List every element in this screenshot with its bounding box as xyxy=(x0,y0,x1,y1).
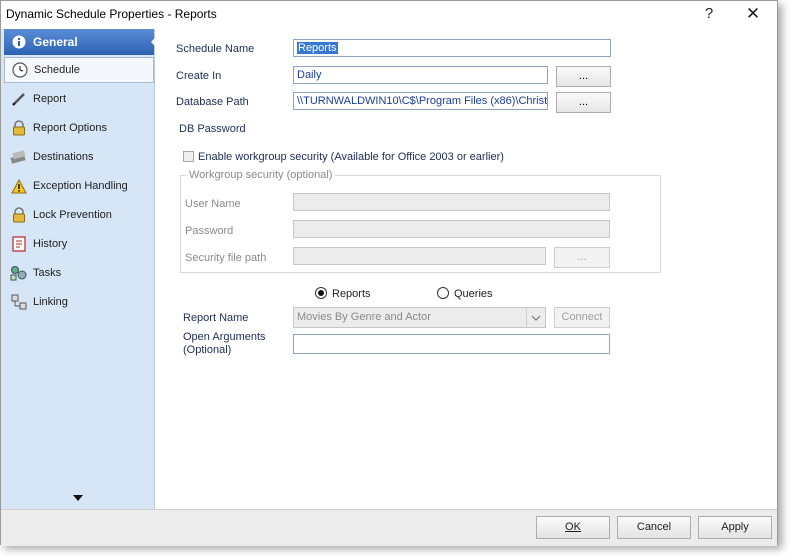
sidebar-item-label: Report xyxy=(33,93,67,105)
cancel-button[interactable]: Cancel xyxy=(617,516,691,539)
cancel-button-label: Cancel xyxy=(636,521,672,533)
user-name-input[interactable] xyxy=(293,193,610,211)
sidebar-item-label: Linking xyxy=(33,296,68,308)
title-bar: Dynamic Schedule Properties - Reports ? … xyxy=(1,1,777,29)
report-name-combo[interactable]: Movies By Genre and Actor xyxy=(293,307,546,328)
sidebar-item-destinations[interactable]: Destinations xyxy=(4,144,154,170)
reports-radio[interactable] xyxy=(315,287,327,299)
database-path-label: Database Path xyxy=(176,96,249,108)
sidebar-item-label: General xyxy=(33,35,78,49)
schedule-name-label: Schedule Name xyxy=(176,43,255,55)
sidebar-item-label: Tasks xyxy=(33,267,62,279)
warning-icon xyxy=(8,178,30,194)
workgroup-security-checkbox[interactable] xyxy=(183,151,194,162)
dialog-window: Dynamic Schedule Properties - Reports ? … xyxy=(0,0,778,546)
workgroup-group-title: Workgroup security (optional) xyxy=(186,169,336,181)
lock-icon xyxy=(8,120,30,136)
tasks-icon xyxy=(8,265,30,281)
pen-icon xyxy=(8,91,30,107)
sidebar-item-label: Report Options xyxy=(33,122,107,134)
lock-icon xyxy=(8,207,30,223)
button-bar: OK Cancel Apply xyxy=(1,509,777,546)
close-button[interactable]: ✕ xyxy=(739,3,767,25)
sidebar-item-lock-prevention[interactable]: Lock Prevention xyxy=(4,202,154,228)
queries-radio-label: Queries xyxy=(454,288,493,300)
sidebar-item-report-options[interactable]: Report Options xyxy=(4,115,154,141)
help-button[interactable]: ? xyxy=(697,3,721,25)
report-name-label: Report Name xyxy=(183,312,249,324)
clock-icon xyxy=(9,62,31,78)
window-title: Dynamic Schedule Properties - Reports xyxy=(6,7,217,21)
open-arguments-label: Open Arguments xyxy=(183,331,266,343)
workgroup-security-label: Enable workgroup security (Available for… xyxy=(198,151,504,163)
queries-radio[interactable] xyxy=(437,287,449,299)
info-icon xyxy=(8,35,30,49)
db-password-label: DB Password xyxy=(179,123,246,135)
link-icon xyxy=(8,294,30,310)
security-file-browse-button[interactable]: ... xyxy=(554,247,610,268)
create-in-input[interactable]: Daily xyxy=(293,66,548,84)
sidebar-item-label: History xyxy=(33,238,68,250)
password-label: Password xyxy=(185,225,234,237)
general-panel: Schedule Name Reports Create In Daily ..… xyxy=(155,29,777,509)
apply-button[interactable]: Apply xyxy=(698,516,772,539)
sidebar-item-label: Exception Handling xyxy=(33,180,128,192)
sidebar-item-general[interactable]: General xyxy=(4,29,158,55)
sidebar-item-schedule[interactable]: Schedule xyxy=(4,57,154,83)
database-path-browse-button[interactable]: ... xyxy=(556,92,611,113)
sidebar-item-exception-handling[interactable]: Exception Handling xyxy=(4,173,154,199)
history-icon xyxy=(8,236,30,252)
ok-button[interactable]: OK xyxy=(536,516,610,539)
chevron-down-icon[interactable] xyxy=(526,308,545,327)
sidebar-item-label: Destinations xyxy=(33,151,94,163)
schedule-name-value: Reports xyxy=(297,42,338,54)
database-path-input[interactable]: \\TURNWALDWIN10\C$\Program Files (x86)\C… xyxy=(293,92,548,110)
ok-button-label: OK xyxy=(565,521,581,533)
sidebar-item-history[interactable]: History xyxy=(4,231,154,257)
sidebar-item-tasks[interactable]: Tasks xyxy=(4,260,154,286)
create-in-label: Create In xyxy=(176,70,222,82)
security-file-label: Security file path xyxy=(185,252,267,264)
schedule-name-input[interactable]: Reports xyxy=(293,39,611,57)
chevron-down-icon[interactable] xyxy=(73,495,83,501)
open-arguments-optional-label: (Optional) xyxy=(183,344,232,356)
sidebar-item-label: Lock Prevention xyxy=(33,209,112,221)
password-input[interactable] xyxy=(293,220,610,238)
destinations-icon xyxy=(8,150,30,164)
connect-button[interactable]: Connect xyxy=(554,307,610,328)
sidebar-item-linking[interactable]: Linking xyxy=(4,289,154,315)
sidebar-item-label: Schedule xyxy=(34,64,80,76)
user-name-label: User Name xyxy=(185,198,241,210)
security-file-input[interactable] xyxy=(293,247,546,265)
apply-button-label: Apply xyxy=(721,521,749,533)
sidebar-item-report[interactable]: Report xyxy=(4,86,154,112)
sidebar: General Schedule Report Report Options D… xyxy=(1,29,158,509)
reports-radio-label: Reports xyxy=(332,288,371,300)
create-in-browse-button[interactable]: ... xyxy=(556,66,611,87)
report-name-value: Movies By Genre and Actor xyxy=(297,311,431,323)
open-arguments-input[interactable] xyxy=(293,334,610,354)
